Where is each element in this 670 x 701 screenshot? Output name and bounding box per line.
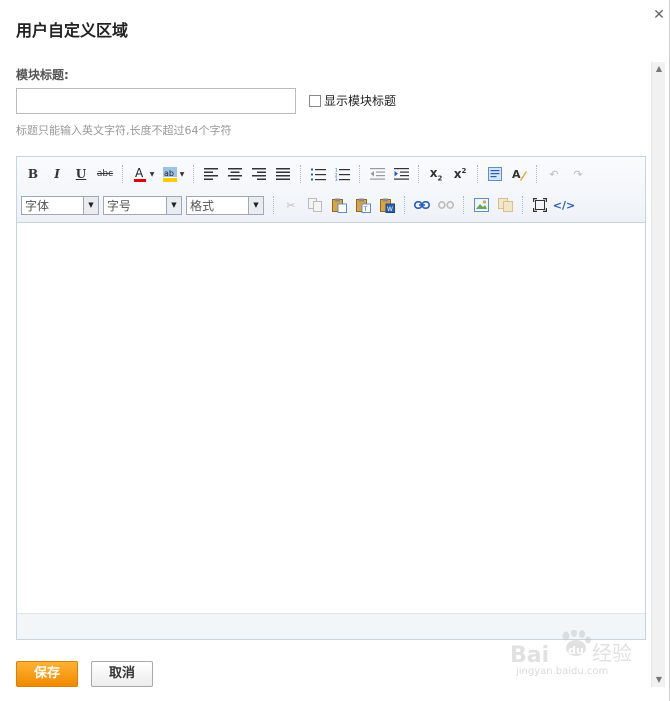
font-family-select[interactable]: 字体 ▼ [21, 195, 99, 215]
font-size-select[interactable]: 字号 ▼ [103, 195, 182, 215]
cut-icon[interactable]: ✂ [280, 194, 302, 216]
align-right-icon[interactable] [248, 163, 270, 185]
insert-image-icon[interactable] [470, 194, 492, 216]
svg-text:W: W [387, 206, 393, 213]
align-center-icon[interactable] [224, 163, 246, 185]
toolbar-separator [193, 165, 194, 183]
toolbar-separator [273, 196, 274, 214]
bold-icon[interactable]: B [22, 163, 44, 185]
module-title-label: 模块标题: [16, 68, 69, 82]
font-family-select-value: 字体 [25, 198, 50, 213]
format-select[interactable]: 格式 ▼ [186, 195, 264, 215]
subscript-icon[interactable]: x2 [425, 163, 447, 185]
editor-content-area[interactable] [17, 223, 645, 613]
toolbar-separator [122, 165, 123, 183]
dialog-title: 用户自定义区域 [16, 21, 129, 40]
outdent-icon[interactable] [366, 163, 388, 185]
unlink-icon[interactable] [435, 194, 457, 216]
toolbar-separator [463, 196, 464, 214]
svg-text:A: A [135, 166, 144, 180]
svg-text:du: du [568, 644, 584, 657]
numbered-list-icon[interactable]: 123 [331, 163, 353, 185]
redo-icon[interactable]: ↷ [567, 163, 589, 185]
select-all-icon[interactable] [484, 163, 506, 185]
svg-text:经验: 经验 [592, 641, 632, 665]
copy-icon[interactable] [304, 194, 326, 216]
chevron-down-icon: ▼ [83, 196, 98, 214]
source-code-icon[interactable]: </> [553, 194, 575, 216]
toolbar-separator [536, 165, 537, 183]
watermark-url: jingyan.baidu.com [516, 666, 609, 677]
save-button[interactable]: 保存 [16, 661, 78, 687]
toolbar-separator [404, 196, 405, 214]
font-color-icon[interactable]: A ▼ [129, 163, 157, 185]
format-select-value: 格式 [190, 198, 215, 213]
baidu-jingyan-logo: Bai du 经验 [510, 630, 632, 666]
clear-format-icon[interactable]: A [508, 163, 530, 185]
svg-text:T: T [362, 206, 367, 213]
toolbar-separator [418, 165, 419, 183]
scroll-down-icon[interactable]: ▼ [652, 673, 666, 687]
align-left-icon[interactable] [200, 163, 222, 185]
show-title-label: 显示模块标题 [324, 94, 397, 108]
paste-text-icon[interactable]: T [352, 194, 374, 216]
rich-text-editor: B I U abc A ▼ ab ▼ 1 2 3 x2 x2 A ↶ ↷ 字体 … [16, 156, 646, 640]
strikethrough-icon[interactable]: abc [94, 163, 116, 185]
title-hint: 标题只能输入英文字符,长度不超过64个字符 [16, 124, 232, 137]
paste-icon[interactable] [328, 194, 350, 216]
custom-area-dialog: 用户自定义区域 ✕ ▲ ▼ 模块标题: 显示模块标题 标题只能输入英文字符,长度… [0, 0, 670, 701]
show-title-option[interactable]: 显示模块标题 [309, 92, 396, 109]
close-icon[interactable]: ✕ [652, 8, 666, 22]
toolbar-separator [359, 165, 360, 183]
svg-text:3: 3 [335, 177, 338, 181]
indent-icon[interactable] [390, 163, 412, 185]
svg-text:A: A [512, 168, 521, 181]
bulleted-list-icon[interactable] [307, 163, 329, 185]
svg-text:Bai: Bai [510, 643, 549, 666]
italic-icon[interactable]: I [46, 163, 68, 185]
underline-icon[interactable]: U [70, 163, 92, 185]
chevron-down-icon: ▼ [166, 196, 181, 214]
font-size-select-value: 字号 [107, 198, 132, 213]
toolbar-row-1: B I U abc A ▼ ab ▼ 1 2 3 x2 x2 A ↶ ↷ [21, 161, 590, 187]
link-icon[interactable] [411, 194, 433, 216]
baidu-jingyan-watermark: Bai du 经验 jingyan.baidu.com [508, 630, 648, 686]
undo-icon[interactable]: ↶ [543, 163, 565, 185]
dialog-header: 用户自定义区域 ✕ [0, 0, 670, 56]
scrollbar[interactable]: ▲ ▼ [651, 62, 665, 687]
insert-flash-icon[interactable] [494, 194, 516, 216]
chevron-down-icon: ▼ [248, 196, 263, 214]
svg-text:ab: ab [164, 169, 174, 178]
module-title-input[interactable] [16, 88, 296, 114]
toolbar-separator [300, 165, 301, 183]
toolbar-separator [522, 196, 523, 214]
toolbar-separator [477, 165, 478, 183]
toolbar-row-2: 字体 ▼ 字号 ▼ 格式 ▼ ✂ T W </> [21, 192, 576, 218]
paste-word-icon[interactable]: W [376, 194, 398, 216]
scroll-up-icon[interactable]: ▲ [652, 62, 666, 76]
align-justify-icon[interactable] [272, 163, 294, 185]
background-color-icon[interactable]: ab ▼ [159, 163, 187, 185]
editor-toolbar: B I U abc A ▼ ab ▼ 1 2 3 x2 x2 A ↶ ↷ 字体 … [17, 157, 645, 223]
show-title-checkbox[interactable] [309, 94, 321, 107]
cancel-button[interactable]: 取消 [91, 661, 153, 687]
superscript-icon[interactable]: x2 [449, 163, 471, 185]
fullscreen-icon[interactable] [529, 194, 551, 216]
